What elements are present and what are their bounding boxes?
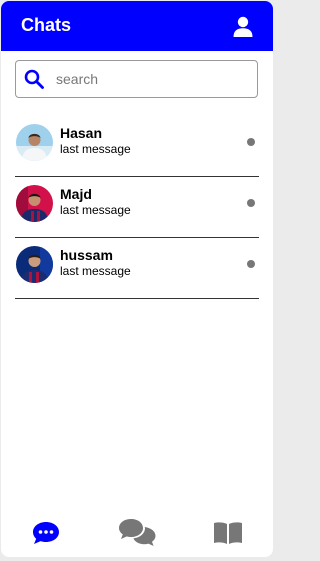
phone-screen: Chats Hasan last: [1, 1, 273, 557]
chat-name: hussam: [60, 247, 113, 263]
nav-stories-button[interactable]: [198, 509, 258, 557]
chat-item-hasan[interactable]: Hasan last message: [15, 116, 259, 177]
chat-item-hussam[interactable]: hussam last message: [15, 238, 259, 299]
chat-name: Hasan: [60, 125, 103, 141]
nav-chats-button[interactable]: [16, 509, 76, 557]
page-title: Chats: [21, 15, 72, 35]
status-dot: [247, 199, 255, 207]
avatar: [16, 246, 53, 283]
chat-item-majd[interactable]: Majd last message: [15, 177, 259, 238]
status-dot: [247, 260, 255, 268]
search-bar: [15, 60, 258, 98]
avatar: [16, 124, 53, 161]
chat-last-message: last message: [60, 203, 131, 217]
user-icon[interactable]: [232, 16, 254, 38]
app-header: Chats: [1, 1, 273, 51]
chat-last-message: last message: [60, 142, 131, 156]
search-input[interactable]: [56, 66, 251, 92]
avatar: [16, 185, 53, 222]
bottom-nav: [1, 509, 273, 557]
nav-conversations-button[interactable]: [107, 509, 167, 557]
chat-name: Majd: [60, 186, 92, 202]
chat-last-message: last message: [60, 264, 131, 278]
status-dot: [247, 138, 255, 146]
search-icon[interactable]: [24, 69, 44, 89]
